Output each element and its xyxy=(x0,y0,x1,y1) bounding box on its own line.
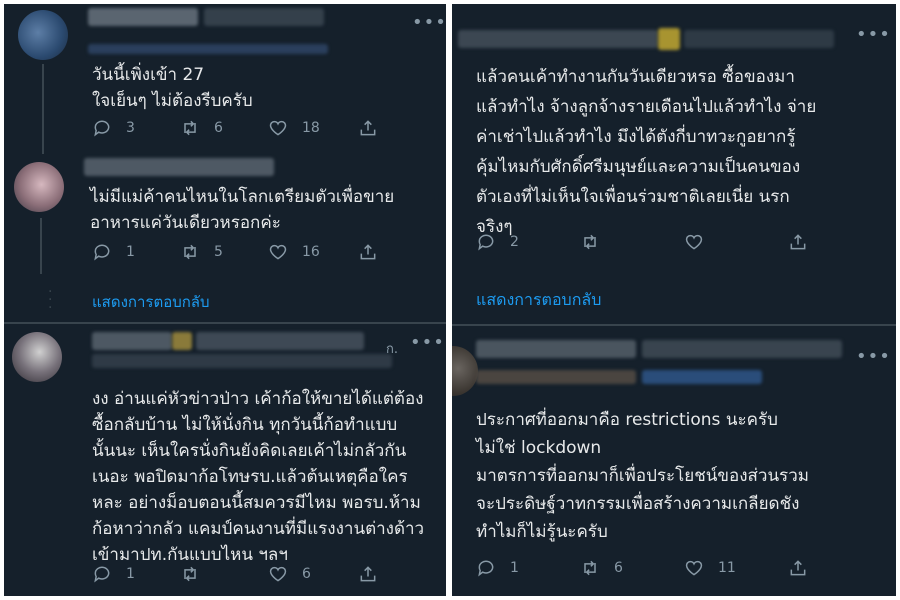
reply-button[interactable]: 1 xyxy=(92,564,135,584)
retweet-button[interactable] xyxy=(580,232,614,252)
blurred-handle xyxy=(684,30,834,48)
reply-icon xyxy=(94,244,110,261)
reply-icon xyxy=(478,234,494,251)
reply-icon xyxy=(478,560,494,577)
retweet-button[interactable]: 6 xyxy=(580,558,623,578)
share-icon xyxy=(790,560,806,576)
share-icon xyxy=(360,566,376,582)
like-count: 6 xyxy=(302,566,311,582)
tweet-text: แล้วคนเค้าทำงานกันวันเดียวหรอ ซื้อของมา … xyxy=(476,67,817,237)
tweet-text: ไม่มีแม่ค้าคนไหนในโลกเตรียมตัวเพื่อขาย อ… xyxy=(90,187,395,233)
blurred-handle xyxy=(204,8,324,26)
blurred-display-name[interactable] xyxy=(84,158,274,176)
tweet-text: วันนี้เพิ่งเข้า 27 ใจเย็นๆ ไม่ต้องรีบครั… xyxy=(92,65,253,111)
blurred-meta xyxy=(92,354,392,368)
tweet-3[interactable]: ก. ••• งง อ่านแค่หัวข่าวป่าว เค้าก้อให้ข… xyxy=(4,324,446,596)
retweet-button[interactable]: 6 xyxy=(180,118,223,138)
like-icon xyxy=(685,234,703,250)
like-icon xyxy=(269,244,287,260)
avatar[interactable] xyxy=(14,162,64,212)
reply-button[interactable]: 2 xyxy=(476,232,519,252)
share-icon xyxy=(360,120,376,136)
tweet-actions: 1 6 xyxy=(92,564,432,588)
right-screenshot-panel: ••• แล้วคนเค้าทำงานกันวันเดียวหรอ ซื้อขอ… xyxy=(452,4,896,596)
blurred-badge xyxy=(658,28,680,50)
blurred-meta xyxy=(476,370,636,384)
like-button[interactable]: 11 xyxy=(684,558,736,578)
retweet-button[interactable] xyxy=(180,564,214,584)
like-icon xyxy=(269,120,287,136)
share-icon xyxy=(790,234,806,250)
avatar[interactable] xyxy=(452,346,478,396)
blurred-display-name[interactable] xyxy=(458,30,658,48)
like-icon xyxy=(269,566,287,582)
reply-count: 2 xyxy=(510,234,519,250)
like-button[interactable] xyxy=(684,232,718,252)
retweet-count: 6 xyxy=(614,560,623,576)
more-icon[interactable]: ••• xyxy=(412,14,446,32)
blurred-display-name[interactable] xyxy=(92,332,172,350)
reply-count: 3 xyxy=(126,120,135,136)
thread-dots: · · · xyxy=(48,284,53,316)
like-icon xyxy=(685,560,703,576)
like-count: 18 xyxy=(302,120,320,136)
like-button[interactable]: 18 xyxy=(268,118,320,138)
retweet-icon xyxy=(184,244,196,260)
tweet-2[interactable]: ••• ประกาศที่ออกมาคือ restrictions นะครั… xyxy=(452,326,896,596)
share-button[interactable] xyxy=(788,558,822,578)
like-count: 11 xyxy=(718,560,736,576)
reply-button[interactable]: 1 xyxy=(476,558,519,578)
share-button[interactable] xyxy=(788,232,822,252)
tweet-actions: 1 6 11 xyxy=(476,558,856,582)
reply-count: 1 xyxy=(126,244,135,260)
more-icon[interactable]: ••• xyxy=(856,348,891,366)
tweet-actions: 3 6 18 xyxy=(92,118,432,142)
retweet-count: 5 xyxy=(214,244,223,260)
avatar[interactable] xyxy=(12,332,62,382)
like-count: 16 xyxy=(302,244,320,260)
share-button[interactable] xyxy=(358,564,392,584)
share-icon xyxy=(360,244,376,260)
blurred-handle xyxy=(196,332,364,350)
blurred-display-name[interactable] xyxy=(476,340,636,358)
reply-button[interactable]: 1 xyxy=(92,242,135,262)
header-suffix: ก. xyxy=(386,342,399,357)
share-button[interactable] xyxy=(358,242,392,262)
reply-icon xyxy=(94,566,110,583)
blurred-meta-link xyxy=(642,370,762,384)
retweet-icon xyxy=(584,560,596,576)
share-button[interactable] xyxy=(358,118,392,138)
tweet-2[interactable]: ไม่มีแม่ค้าคนไหนในโลกเตรียมตัวเพื่อขาย อ… xyxy=(4,154,446,324)
avatar[interactable] xyxy=(18,10,68,60)
blurred-handle xyxy=(642,340,842,358)
left-screenshot-panel: ••• วันนี้เพิ่งเข้า 27 ใจเย็นๆ ไม่ต้องรี… xyxy=(4,4,446,596)
reply-count: 1 xyxy=(510,560,519,576)
like-button[interactable]: 16 xyxy=(268,242,320,262)
tweet-text: ประกาศที่ออกมาคือ restrictions นะครับ ไม… xyxy=(476,410,809,542)
more-icon[interactable]: ••• xyxy=(410,334,445,352)
retweet-icon xyxy=(584,234,596,250)
blurred-meta xyxy=(88,44,328,54)
retweet-count: 6 xyxy=(214,120,223,136)
show-replies-link[interactable]: แสดงการตอบกลับ xyxy=(92,290,210,314)
retweet-icon xyxy=(184,566,196,582)
blurred-badge xyxy=(172,332,192,350)
retweet-icon xyxy=(184,120,196,136)
blurred-display-name[interactable] xyxy=(88,8,198,26)
show-replies-link[interactable]: แสดงการตอบกลับ xyxy=(476,288,601,313)
retweet-button[interactable]: 5 xyxy=(180,242,223,262)
like-button[interactable]: 6 xyxy=(268,564,311,584)
thread-line xyxy=(42,64,44,154)
tweet-1[interactable]: ••• แล้วคนเค้าทำงานกันวันเดียวหรอ ซื้อขอ… xyxy=(452,4,896,324)
tweet-text: งง อ่านแค่หัวข่าวป่าว เค้าก้อให้ขายได้แต… xyxy=(92,389,425,565)
more-icon[interactable]: ••• xyxy=(856,26,891,44)
reply-count: 1 xyxy=(126,566,135,582)
reply-button[interactable]: 3 xyxy=(92,118,135,138)
tweet-actions: 2 xyxy=(476,232,856,256)
thread-line xyxy=(40,218,42,274)
tweet-actions: 1 5 16 xyxy=(92,242,432,266)
reply-icon xyxy=(94,120,110,137)
tweet-1[interactable]: ••• วันนี้เพิ่งเข้า 27 ใจเย็นๆ ไม่ต้องรี… xyxy=(4,4,446,154)
